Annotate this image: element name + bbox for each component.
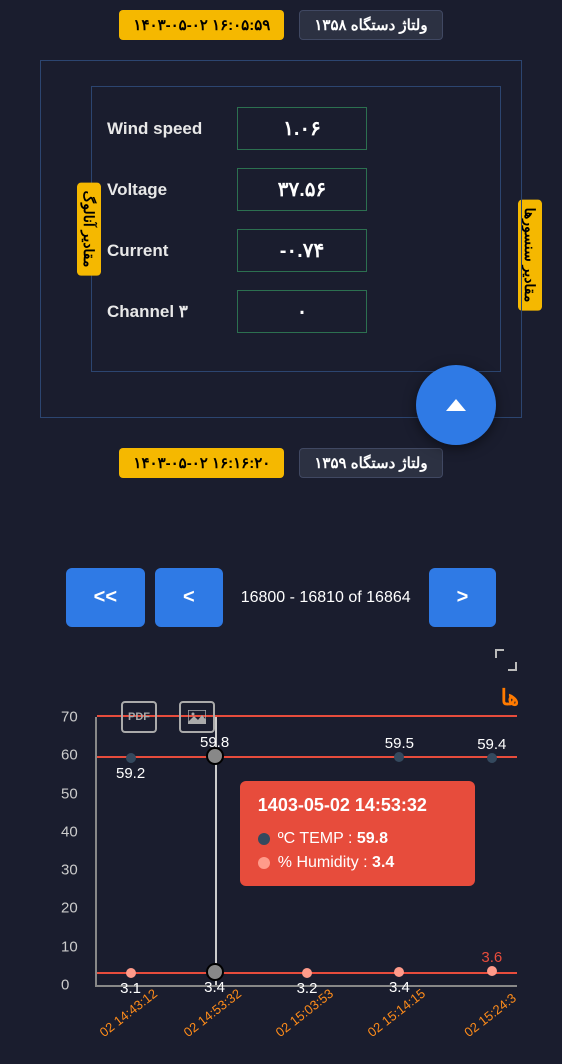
x-tick: 02 15:24:3 bbox=[461, 990, 519, 1040]
field-row: Current-۰.۷۴ bbox=[107, 229, 485, 272]
data-label: 3.1 bbox=[120, 980, 141, 997]
bottom-badge-row: ۱۴۰۳-۰۵-۰۲ ۱۶:۱۶:۲۰ ولتاژ دستگاه ۱۳۵۹ bbox=[0, 448, 562, 478]
device-badge-2: ولتاژ دستگاه ۱۳۵۹ bbox=[299, 448, 442, 478]
y-tick: 0 bbox=[61, 977, 69, 994]
y-tick: 20 bbox=[61, 900, 78, 917]
field-row: Voltage۳۷.۵۶ bbox=[107, 168, 485, 211]
field-row: Wind speed۱.۰۶ bbox=[107, 107, 485, 150]
data-point[interactable] bbox=[126, 968, 136, 978]
page-range-text: 16800 - 16810 of 16864 bbox=[233, 568, 419, 627]
data-label: 3.6 bbox=[481, 949, 502, 966]
series-dot-icon bbox=[258, 833, 270, 845]
y-tick: 50 bbox=[61, 785, 78, 802]
timestamp-badge-2: ۱۴۰۳-۰۵-۰۲ ۱۶:۱۶:۲۰ bbox=[119, 448, 284, 478]
chart-container: ها PDF 01020304050607002 14:43:1202 14:5… bbox=[25, 677, 537, 1035]
field-value: -۰.۷۴ bbox=[237, 229, 367, 272]
data-label: 59.5 bbox=[385, 735, 414, 752]
pagination: << < 16800 - 16810 of 16864 > bbox=[0, 568, 562, 627]
field-label: Voltage bbox=[107, 180, 237, 200]
analog-values-box: مقادیر آنالوگ Wind speed۱.۰۶Voltage۳۷.۵۶… bbox=[91, 86, 501, 372]
y-tick: 60 bbox=[61, 747, 78, 764]
field-label: Wind speed bbox=[107, 119, 237, 139]
data-label: 3.4 bbox=[389, 979, 410, 996]
scroll-up-fab[interactable] bbox=[416, 365, 496, 445]
y-tick: 10 bbox=[61, 938, 78, 955]
readings-panel: مقادیر آنالوگ Wind speed۱.۰۶ Voltage۳۷.۵۶… bbox=[40, 60, 522, 418]
data-point[interactable] bbox=[126, 753, 136, 763]
field-value: ۰ bbox=[237, 290, 367, 333]
line-chart[interactable]: 01020304050607002 14:43:1202 14:53:3202 … bbox=[95, 695, 517, 1035]
fullscreen-icon[interactable] bbox=[495, 649, 517, 671]
prev-page-button[interactable]: < bbox=[155, 568, 223, 627]
chart-tooltip: 1403-05-02 14:53:32 ºC TEMP : 59.8 % Humid… bbox=[240, 781, 475, 886]
field-label: Current bbox=[107, 241, 237, 261]
data-label: 59.4 bbox=[477, 735, 506, 752]
field-value: ۳۷.۵۶ bbox=[237, 168, 367, 211]
data-point[interactable] bbox=[394, 752, 404, 762]
field-label: Channel ۳ bbox=[107, 302, 237, 322]
y-tick: 70 bbox=[61, 709, 78, 726]
first-page-button[interactable]: << bbox=[66, 568, 145, 627]
y-tick: 40 bbox=[61, 823, 78, 840]
data-point[interactable] bbox=[487, 753, 497, 763]
y-tick: 30 bbox=[61, 862, 78, 879]
export-image-button[interactable] bbox=[179, 701, 215, 733]
data-point[interactable] bbox=[487, 966, 497, 976]
tooltip-row: % Humidity : 3.4 bbox=[258, 854, 457, 872]
data-point[interactable] bbox=[302, 968, 312, 978]
timestamp-badge: ۱۴۰۳-۰۵-۰۲ ۱۶:۰۵:۵۹ bbox=[119, 10, 284, 40]
tooltip-row: ºC TEMP : 59.8 bbox=[258, 830, 457, 848]
field-row: Channel ۳۰ bbox=[107, 290, 485, 333]
highlight-marker bbox=[206, 963, 224, 981]
data-label: 3.4 bbox=[204, 979, 225, 996]
tooltip-title: 1403-05-02 14:53:32 bbox=[258, 795, 457, 816]
data-point[interactable] bbox=[394, 967, 404, 977]
data-label: 59.2 bbox=[116, 765, 145, 782]
analog-values-label: مقادیر آنالوگ bbox=[77, 183, 101, 276]
next-page-button[interactable]: > bbox=[429, 568, 497, 627]
series-dot-icon bbox=[258, 857, 270, 869]
highlight-marker bbox=[206, 747, 224, 765]
device-badge: ولتاژ دستگاه ۱۳۵۸ bbox=[299, 10, 442, 40]
data-label: 3.2 bbox=[297, 980, 318, 997]
field-value: ۱.۰۶ bbox=[237, 107, 367, 150]
top-badge-row: ۱۴۰۳-۰۵-۰۲ ۱۶:۰۵:۵۹ ولتاژ دستگاه ۱۳۵۸ bbox=[0, 10, 562, 40]
export-pdf-button[interactable]: PDF bbox=[121, 701, 157, 733]
